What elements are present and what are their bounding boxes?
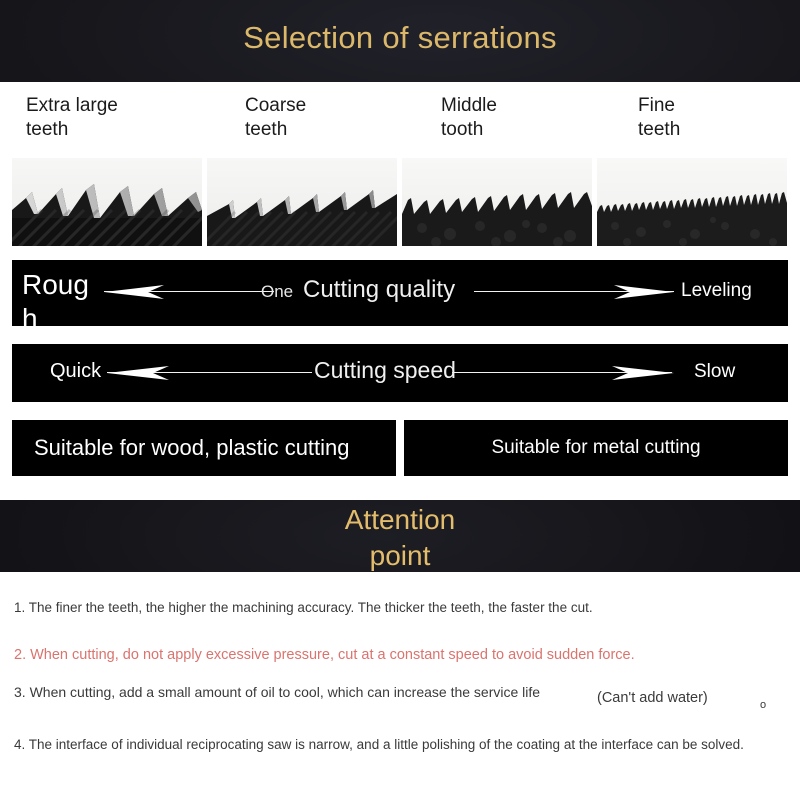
note-item-2: 2. When cutting, do not apply excessive … <box>14 647 635 663</box>
teeth-label-line2: tooth <box>441 119 484 140</box>
teeth-label-line1: Middle <box>441 95 497 116</box>
quality-center-label: Cutting quality <box>303 276 456 303</box>
teeth-image-fine <box>597 158 787 246</box>
notes-section: 1. The finer the teeth, the higher the m… <box>0 572 800 800</box>
arrow-left-icon <box>104 285 164 299</box>
saw-teeth-coarse-icon <box>207 158 397 246</box>
teeth-image-middle <box>402 158 592 246</box>
speed-right-label: Slow <box>694 361 736 382</box>
speed-left-label: Quick <box>50 360 102 382</box>
arrow-left-icon <box>107 366 169 380</box>
title-banner: Selection of serrations <box>0 0 800 82</box>
suitable-metal-label: Suitable for metal cutting <box>491 437 701 458</box>
teeth-image-row <box>0 158 800 246</box>
saw-teeth-extra-large-icon <box>12 158 202 246</box>
note-item-3: 3. When cutting, add a small amount of o… <box>14 684 541 700</box>
teeth-label-line1: Extra large <box>26 95 118 116</box>
speed-center-label: Cutting speed <box>314 357 456 383</box>
infographic-page: Selection of serrations Extra large teet… <box>0 0 800 800</box>
teeth-label-fine: Fine teeth <box>638 94 800 142</box>
teeth-image-extra-large <box>12 158 202 246</box>
teeth-label-line2: teeth <box>638 119 681 140</box>
teeth-label-line1: Fine <box>638 95 675 116</box>
page-title: Selection of serrations <box>243 20 557 55</box>
note-item-1: 1. The finer the teeth, the higher the m… <box>14 600 593 615</box>
cutting-quality-bar: Rough One Cutting quality Leveling <box>12 260 788 326</box>
teeth-label-line1: Coarse <box>245 95 307 116</box>
attention-banner: Attention point <box>0 500 800 572</box>
teeth-label-row: Extra large teeth Coarse teeth Middle to… <box>0 82 800 150</box>
teeth-label-middle: Middle tooth <box>441 94 616 142</box>
saw-teeth-middle-icon <box>402 158 592 246</box>
note-item-3-mark: o <box>760 699 767 711</box>
suitable-wood-box: Suitable for wood, plastic cutting <box>12 420 396 476</box>
cutting-speed-bar: Quick Cutting speed Slow <box>12 344 788 402</box>
arrow-right-icon <box>614 285 674 299</box>
saw-teeth-fine-icon <box>597 158 787 246</box>
teeth-label-line2: teeth <box>245 119 288 140</box>
teeth-label-coarse: Coarse teeth <box>245 94 420 142</box>
attention-title: Attention point <box>0 502 800 572</box>
note-item-4: 4. The interface of individual reciproca… <box>14 737 744 752</box>
quality-overlay-label: One <box>261 282 294 301</box>
quality-right-label: Leveling <box>681 280 752 301</box>
teeth-label-extra-large: Extra large teeth <box>26 94 201 142</box>
teeth-label-line2: teeth <box>26 119 69 140</box>
attention-title-line2: point <box>369 540 431 571</box>
suitable-metal-box: Suitable for metal cutting <box>404 420 788 476</box>
teeth-image-coarse <box>207 158 397 246</box>
quality-left-label: Rough <box>22 269 89 326</box>
arrow-right-icon <box>612 366 674 380</box>
suitable-wood-label: Suitable for wood, plastic cutting <box>34 435 350 460</box>
attention-title-line1: Attention <box>344 504 456 535</box>
note-item-3-aside: (Can't add water) <box>597 690 708 706</box>
